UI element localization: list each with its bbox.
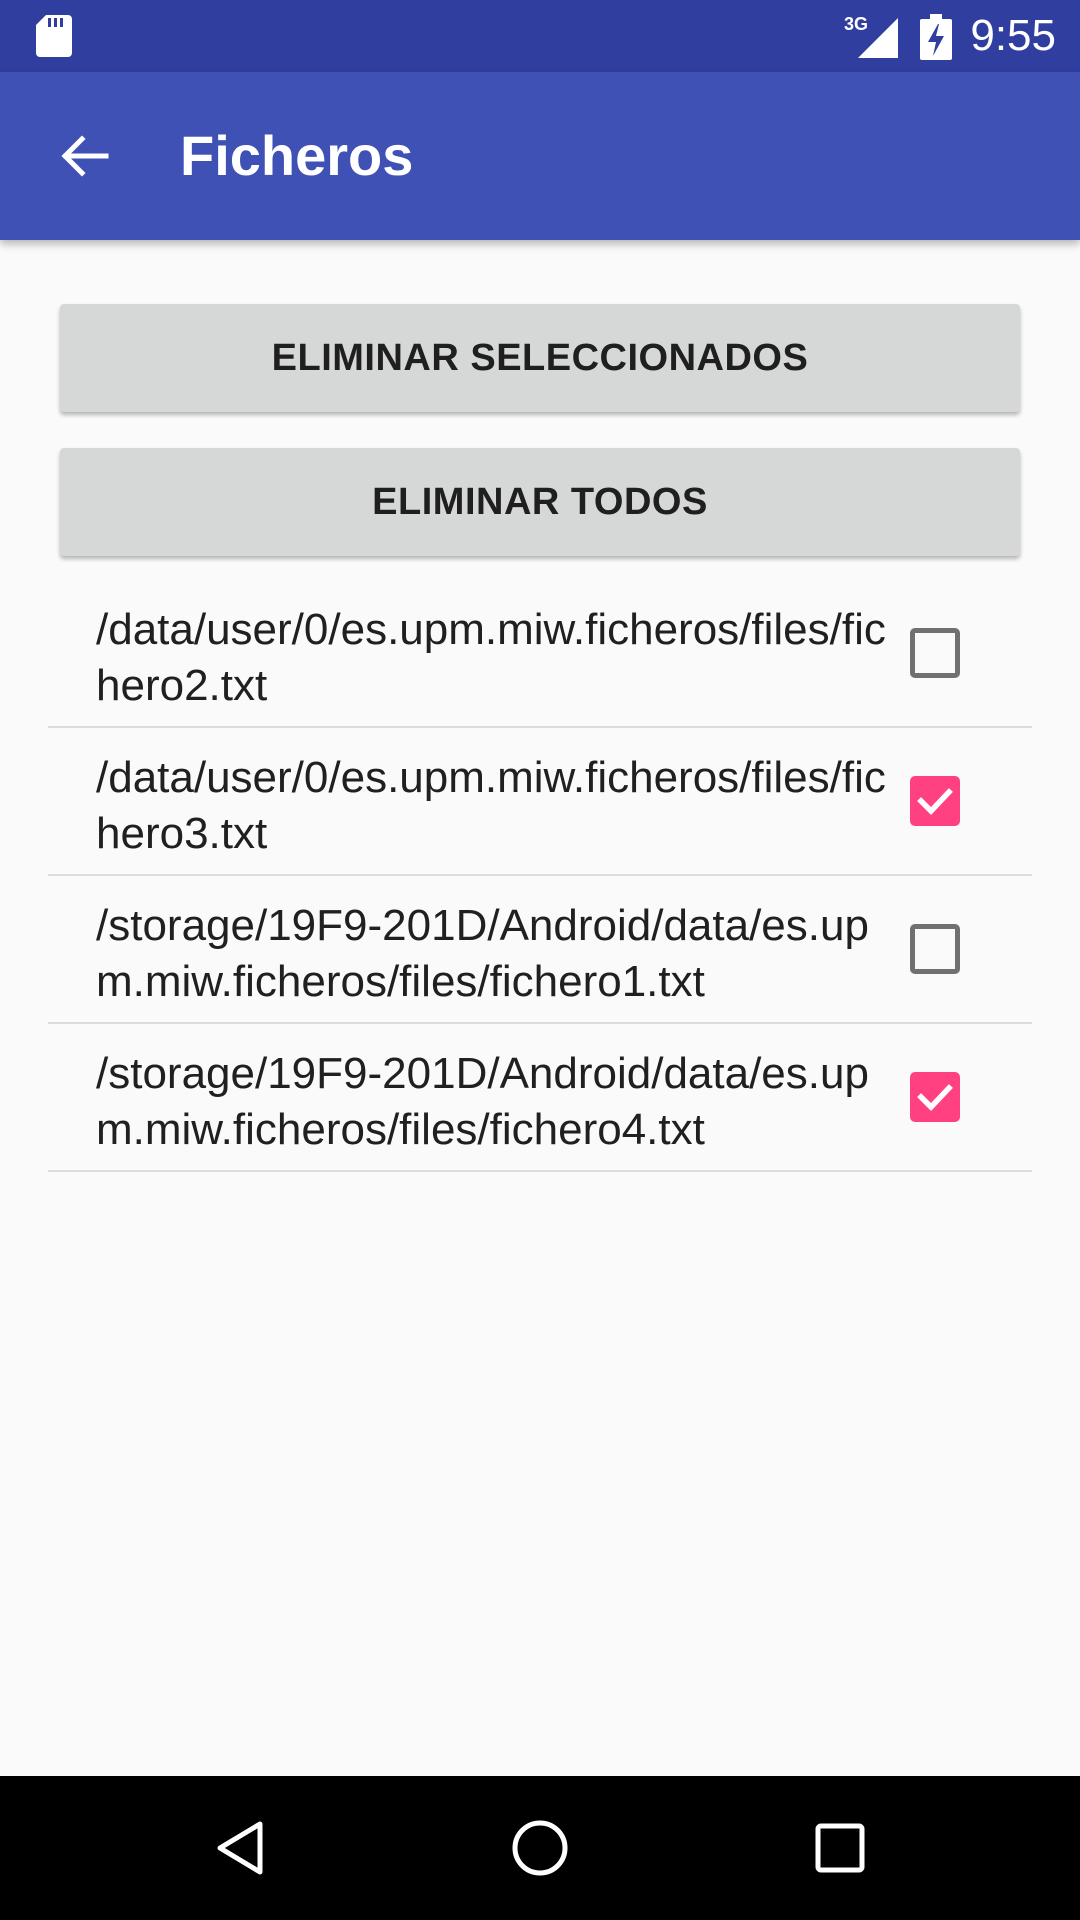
app-bar: Ficheros: [0, 72, 1080, 240]
file-checkbox[interactable]: [910, 628, 960, 678]
file-path: /data/user/0/es.upm.miw.ficheros/files/f…: [96, 605, 886, 710]
navigation-bar: [0, 1776, 1080, 1920]
network-type-label: 3G: [844, 14, 868, 34]
checkmark-icon: [917, 1084, 953, 1111]
nav-back-icon[interactable]: [202, 1808, 282, 1888]
list-item[interactable]: /storage/19F9-201D/Android/data/es.upm.m…: [48, 876, 1032, 1024]
list-item[interactable]: /storage/19F9-201D/Android/data/es.upm.m…: [48, 1024, 1032, 1172]
file-path: /data/user/0/es.upm.miw.ficheros/files/f…: [96, 753, 886, 858]
page-title: Ficheros: [180, 124, 414, 187]
file-checkbox[interactable]: [910, 776, 960, 826]
file-path: /storage/19F9-201D/Android/data/es.upm.m…: [96, 901, 869, 1006]
signal-icon: 3G: [844, 14, 898, 58]
delete-selected-button[interactable]: ELIMINAR SELECCIONADOS: [60, 304, 1020, 412]
delete-all-button[interactable]: ELIMINAR TODOS: [60, 448, 1020, 556]
battery-charging-icon: [920, 14, 952, 60]
file-checkbox[interactable]: [910, 924, 960, 974]
checkmark-icon: [917, 788, 953, 815]
file-path: /storage/19F9-201D/Android/data/es.upm.m…: [96, 1049, 869, 1154]
back-button[interactable]: [44, 116, 124, 196]
nav-home-icon[interactable]: [500, 1808, 580, 1888]
status-bar: 3G 9:55: [0, 0, 1080, 72]
sd-card-icon: [36, 15, 72, 57]
list-item[interactable]: /data/user/0/es.upm.miw.ficheros/files/f…: [48, 580, 1032, 728]
arrow-back-icon: [61, 135, 109, 177]
main-content: ELIMINAR SELECCIONADOS ELIMINAR TODOS /d…: [0, 240, 1080, 1776]
list-item[interactable]: /data/user/0/es.upm.miw.ficheros/files/f…: [48, 728, 1032, 876]
file-list: /data/user/0/es.upm.miw.ficheros/files/f…: [48, 580, 1032, 1172]
nav-recent-apps-icon[interactable]: [800, 1808, 880, 1888]
status-time: 9:55: [970, 11, 1056, 60]
file-checkbox[interactable]: [910, 1072, 960, 1122]
